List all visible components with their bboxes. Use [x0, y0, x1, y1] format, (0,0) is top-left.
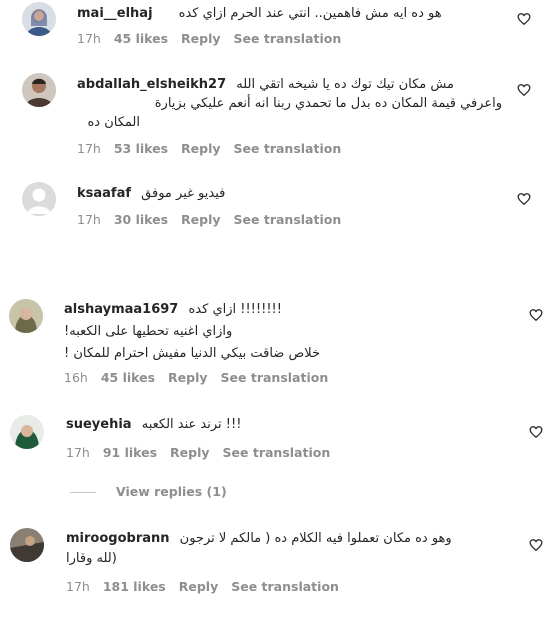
comment-time: 17h [77, 31, 101, 46]
comment-time: 17h [66, 445, 90, 460]
comment-text-line: miroogobrann وهو ده مكان تعملوا فيه الكل… [66, 530, 452, 548]
username[interactable]: alshaymaa1697 [64, 302, 178, 317]
reply-button[interactable]: Reply [181, 141, 220, 156]
likes-count[interactable]: 45 likes [114, 31, 168, 46]
avatar[interactable] [22, 73, 56, 107]
comment-time: 16h [64, 370, 88, 385]
heart-outline-icon[interactable] [517, 192, 531, 206]
comment-text-line: alshaymaa1697 ازاي كده !!!!!!!! [64, 301, 282, 319]
username[interactable]: sueyehia [66, 417, 132, 432]
avatar-image [22, 73, 56, 107]
comment-meta: 16h 45 likes Reply See translation [64, 370, 341, 385]
avatar[interactable] [10, 528, 44, 562]
see-translation-button[interactable]: See translation [231, 579, 339, 594]
likes-count[interactable]: 53 likes [114, 141, 168, 156]
avatar-image [9, 299, 43, 333]
comment-text-line: mai__elhaj هو ده ايه مش فاهمين.. انتي عن… [77, 5, 442, 23]
reply-button[interactable]: Reply [181, 31, 220, 46]
comment-text: ازاي كده !!!!!!!! [188, 302, 282, 317]
comment-text-line: sueyehia ترند عند الكعبه !!! [66, 416, 241, 434]
heart-outline-icon[interactable] [517, 83, 531, 97]
username[interactable]: ksaafaf [77, 186, 131, 201]
reply-button[interactable]: Reply [170, 445, 209, 460]
comment-meta: 17h 53 likes Reply See translation [77, 141, 354, 156]
avatar-image [22, 2, 56, 36]
avatar[interactable] [22, 182, 56, 216]
avatar[interactable] [10, 415, 44, 449]
see-translation-button[interactable]: See translation [221, 370, 329, 385]
comment-text: مش مكان تيك توك ده يا شيخه اتقي الله [236, 77, 454, 92]
username[interactable]: abdallah_elsheikh27 [77, 77, 226, 92]
comment-text: فيديو غير موفق [141, 186, 226, 201]
likes-count[interactable]: 45 likes [101, 370, 155, 385]
comment-meta: 17h 181 likes Reply See translation [66, 579, 352, 594]
heart-outline-icon[interactable] [529, 538, 543, 552]
heart-outline-icon[interactable] [529, 308, 543, 322]
comment-text: ! خلاص ضاقت بيكي الدنيا مفيش احترام للمك… [64, 346, 320, 361]
reply-button[interactable]: Reply [181, 212, 220, 227]
view-replies-divider [70, 492, 96, 493]
heart-outline-icon[interactable] [517, 12, 531, 26]
heart-outline-icon[interactable] [529, 425, 543, 439]
view-replies-label: View replies (1) [116, 484, 227, 499]
comment-text: !وازاي اغنيه تحطيها على الكعبه [64, 324, 233, 339]
username[interactable]: mai__elhaj [77, 6, 153, 21]
default-avatar-icon [22, 182, 56, 216]
comment-text: وهو ده مكان تعملوا فيه الكلام ده ( مالكم… [179, 531, 452, 546]
comment-text: هو ده ايه مش فاهمين.. انتي عند الحرم ازا… [178, 6, 442, 21]
see-translation-button[interactable]: See translation [234, 31, 342, 46]
avatar-image [10, 528, 44, 562]
comment-time: 17h [77, 141, 101, 156]
avatar[interactable] [9, 299, 43, 333]
view-replies-button[interactable]: View replies (1) [70, 484, 227, 499]
see-translation-button[interactable]: See translation [223, 445, 331, 460]
comment-meta: 17h 30 likes Reply See translation [77, 212, 354, 227]
comment-text: ترند عند الكعبه !!! [141, 417, 242, 432]
see-translation-button[interactable]: See translation [234, 212, 342, 227]
likes-count[interactable]: 30 likes [114, 212, 168, 227]
likes-count[interactable]: 91 likes [103, 445, 157, 460]
avatar[interactable] [22, 2, 56, 36]
comment-time: 17h [66, 579, 90, 594]
comment-text-line: abdallah_elsheikh27 مش مكان تيك توك ده ي… [77, 76, 454, 94]
likes-count[interactable]: 181 likes [103, 579, 166, 594]
see-translation-button[interactable]: See translation [234, 141, 342, 156]
comment-text: لله وقارا) [66, 551, 117, 566]
comment-meta: 17h 91 likes Reply See translation [66, 445, 343, 460]
comment-text: المكان ده [87, 115, 140, 130]
comment-time: 17h [77, 212, 101, 227]
comment-text: واعرفي قيمة المكان ده بدل ما تحمدي ربنا … [154, 96, 502, 111]
comment-meta: 17h 45 likes Reply See translation [77, 31, 354, 46]
avatar-image [10, 415, 44, 449]
reply-button[interactable]: Reply [179, 579, 218, 594]
reply-button[interactable]: Reply [168, 370, 207, 385]
comment-text-line: ksaafaf فيديو غير موفق [77, 185, 225, 203]
username[interactable]: miroogobrann [66, 531, 170, 546]
